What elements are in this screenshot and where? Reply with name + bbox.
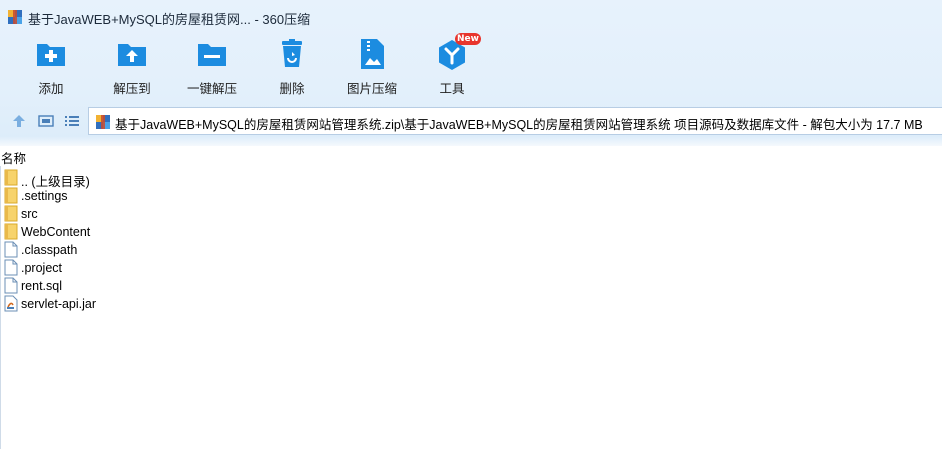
image-compress-button[interactable]: 图片压缩 [332,38,412,98]
archive-app-icon [7,9,23,25]
list-item[interactable]: WebContent [0,223,942,241]
document-icon [4,277,18,294]
toolbar: 添加 解压到 一键解压 删除 图片压缩 工具 [0,38,942,98]
navigation-bar: 基于JavaWEB+MySQL的房屋租赁网站管理系统.zip\基于JavaWEB… [0,107,942,135]
add-icon [35,38,67,70]
one-click-extract-icon [196,38,228,70]
list-item-parent-directory[interactable]: .. (上级目录) [0,169,942,189]
folder-icon [4,223,18,240]
extract-to-icon [116,38,148,70]
list-item[interactable]: .project [0,259,942,277]
folder-icon [4,187,18,204]
document-icon [4,241,18,258]
divider [0,136,942,146]
one-click-extract-button[interactable]: 一键解压 [172,38,252,98]
folder-icon [4,205,18,222]
window-chrome: 基于JavaWEB+MySQL的房屋租赁网... - 360压缩 添加 解压到 [0,0,942,146]
file-name: .project [21,261,62,275]
add-label: 添加 [38,82,64,96]
extract-to-label: 解压到 [113,82,151,96]
column-header: 名称 [0,146,942,166]
delete-button[interactable]: 删除 [252,38,332,98]
list-item[interactable]: src [0,205,942,223]
list-item[interactable]: .settings [0,187,942,205]
file-name: .settings [21,189,68,203]
list-view-icon[interactable] [64,113,80,129]
file-name: servlet-api.jar [21,297,97,311]
window-title: 基于JavaWEB+MySQL的房屋租赁网... - 360压缩 [28,12,311,27]
tools-button[interactable]: 工具 [412,38,492,98]
file-list: .. (上级目录) .settings src WebContent .clas… [0,169,942,313]
tools-label: 工具 [439,82,465,96]
address-bar[interactable]: 基于JavaWEB+MySQL的房屋租赁网站管理系统.zip\基于JavaWEB… [88,107,942,135]
list-item[interactable]: .classpath [0,241,942,259]
archive-icon [95,114,111,130]
file-name: src [21,207,38,221]
document-icon [4,259,18,276]
delete-icon [276,38,308,70]
title-bar[interactable]: 基于JavaWEB+MySQL的房屋租赁网... - 360压缩 [0,0,942,34]
file-name: WebContent [21,225,91,239]
image-compress-label: 图片压缩 [346,82,397,96]
delete-label: 删除 [279,82,305,96]
image-compress-icon [356,38,388,70]
list-item[interactable]: rent.sql [0,277,942,295]
file-name: rent.sql [21,279,62,293]
thumbnail-view-icon[interactable] [38,113,54,129]
new-badge: New [455,33,481,45]
add-button[interactable]: 添加 [11,38,91,98]
extract-to-button[interactable]: 解压到 [92,38,172,98]
address-path: 基于JavaWEB+MySQL的房屋租赁网站管理系统.zip\基于JavaWEB… [115,118,923,132]
one-click-extract-label: 一键解压 [186,82,237,96]
file-name: .classpath [21,243,78,257]
list-item[interactable]: servlet-api.jar [0,295,942,313]
folder-icon [4,169,18,186]
up-arrow-icon[interactable] [11,113,27,129]
jar-file-icon [4,295,18,312]
column-header-name[interactable]: 名称 [1,148,26,167]
